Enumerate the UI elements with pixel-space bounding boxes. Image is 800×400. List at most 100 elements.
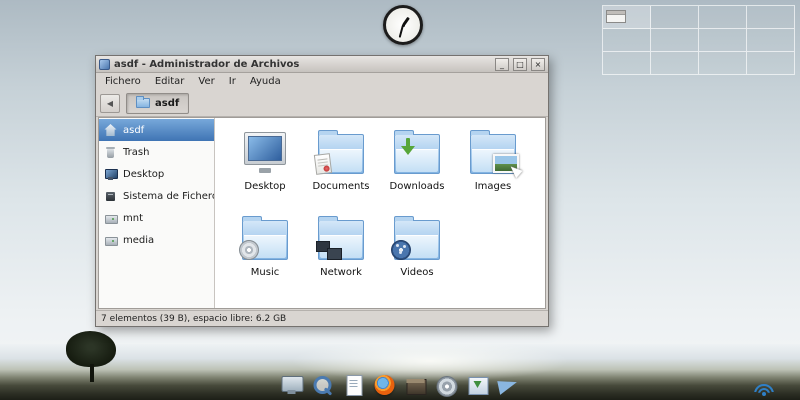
computer-icon xyxy=(104,190,117,203)
trash-icon xyxy=(104,146,117,159)
downloads-folder-icon xyxy=(389,128,445,176)
wifi-dot xyxy=(762,392,766,396)
sidebar-item-asdf[interactable]: asdf xyxy=(99,119,214,141)
workspace-cell-10[interactable] xyxy=(651,52,699,75)
home-icon xyxy=(104,124,117,136)
path-button-asdf[interactable]: asdf xyxy=(126,92,190,114)
clock-minute-hand xyxy=(398,24,404,38)
menu-editar[interactable]: Editar xyxy=(148,75,192,88)
wifi-icon[interactable] xyxy=(754,381,774,397)
sidebar-item-label: Desktop xyxy=(123,168,165,180)
download-arrow-icon xyxy=(401,138,415,156)
send-icon[interactable] xyxy=(497,373,521,397)
drive-icon xyxy=(104,212,118,225)
document-emblem-icon xyxy=(313,153,333,175)
installer-icon[interactable] xyxy=(466,373,490,397)
file-item-downloads[interactable]: Downloads xyxy=(379,128,455,214)
sidebar-item-label: asdf xyxy=(123,124,145,136)
menu-ver[interactable]: Ver xyxy=(191,75,221,88)
package-icon[interactable] xyxy=(404,373,428,397)
workspace-cell-11[interactable] xyxy=(699,52,747,75)
sidebar-item-label: Trash xyxy=(123,146,150,158)
search-icon[interactable] xyxy=(311,373,335,397)
sidebar-item-mnt[interactable]: mnt xyxy=(99,207,214,229)
file-label: Documents xyxy=(312,181,370,192)
file-manager-icon xyxy=(99,58,110,70)
statusbar-text: 7 elementos (39 B), espacio libre: 6.2 G… xyxy=(101,313,287,324)
file-manager-window: asdf - Administrador de Archivos _ □ × F… xyxy=(95,55,549,327)
drive-icon xyxy=(104,234,118,247)
workspace-cell-12[interactable] xyxy=(747,52,795,75)
file-item-desktop[interactable]: Desktop xyxy=(227,128,303,214)
file-item-network[interactable]: Network xyxy=(303,214,379,300)
monitor-stand xyxy=(259,168,271,173)
statusbar: 7 elementos (39 B), espacio libre: 6.2 G… xyxy=(96,310,548,326)
music-folder-icon xyxy=(237,214,293,262)
file-icon-view: Desktop Documents Downloads Images Music… xyxy=(215,118,545,308)
sidebar-item-label: Sistema de Ficheros xyxy=(123,190,215,202)
folder-icon xyxy=(136,96,150,108)
workspace-cell-3[interactable] xyxy=(699,6,747,29)
toolbar: ◀ asdf xyxy=(96,90,548,117)
path-button-label: asdf xyxy=(155,97,180,109)
sidebar-item-media[interactable]: media xyxy=(99,229,214,251)
sidebar-item-label: media xyxy=(123,234,155,246)
documents-folder-icon xyxy=(313,128,369,176)
dock xyxy=(280,373,521,397)
menubar: Fichero Editar Ver Ir Ayuda xyxy=(96,73,548,90)
back-button[interactable]: ◀ xyxy=(100,93,120,113)
file-label: Music xyxy=(250,267,280,278)
sidebar-item-filesystem[interactable]: Sistema de Ficheros xyxy=(99,185,214,207)
workspace-cell-9[interactable] xyxy=(603,52,651,75)
desktop: asdf - Administrador de Archivos _ □ × F… xyxy=(0,0,800,400)
firefox-icon[interactable] xyxy=(373,373,397,397)
workspace-cell-6[interactable] xyxy=(651,29,699,52)
clock-center-pin xyxy=(401,23,405,27)
window-title: asdf - Administrador de Archivos xyxy=(114,58,300,70)
maximize-button[interactable]: □ xyxy=(513,57,527,71)
workspace-window-thumbnail xyxy=(606,10,626,23)
workspace-cell-1[interactable] xyxy=(603,6,651,29)
workspace-cell-8[interactable] xyxy=(747,29,795,52)
monitor-frame xyxy=(244,132,286,165)
minimize-button[interactable]: _ xyxy=(495,57,509,71)
window-content: asdf Trash Desktop Sistema de Ficheros m… xyxy=(98,117,546,309)
photo-emblem-icon xyxy=(493,154,519,173)
menu-fichero[interactable]: Fichero xyxy=(98,75,148,88)
display-icon[interactable] xyxy=(280,373,304,397)
titlebar[interactable]: asdf - Administrador de Archivos _ □ × xyxy=(96,56,548,73)
file-label: Downloads xyxy=(389,181,445,192)
path-bar: asdf xyxy=(125,92,544,114)
disc-icon[interactable] xyxy=(435,373,459,397)
file-item-documents[interactable]: Documents xyxy=(303,128,379,214)
analog-clock-widget xyxy=(383,5,423,45)
network-computers-icon xyxy=(316,240,344,260)
workspace-switcher[interactable] xyxy=(602,5,795,75)
file-label: Desktop xyxy=(244,181,286,192)
network-folder-icon xyxy=(313,214,369,262)
workspace-cell-7[interactable] xyxy=(699,29,747,52)
file-item-videos[interactable]: Videos xyxy=(379,214,455,300)
file-label: Videos xyxy=(400,267,434,278)
file-item-music[interactable]: Music xyxy=(227,214,303,300)
sidebar-item-trash[interactable]: Trash xyxy=(99,141,214,163)
menu-ir[interactable]: Ir xyxy=(222,75,243,88)
images-folder-icon xyxy=(465,128,521,176)
close-button[interactable]: × xyxy=(531,57,545,71)
cd-emblem-icon xyxy=(239,240,259,260)
desktop-monitor-icon xyxy=(237,128,293,176)
film-reel-icon xyxy=(391,240,411,260)
workspace-cell-5[interactable] xyxy=(603,29,651,52)
sidebar: asdf Trash Desktop Sistema de Ficheros m… xyxy=(99,118,215,308)
tree-silhouette xyxy=(66,331,118,385)
workspace-cell-2[interactable] xyxy=(651,6,699,29)
videos-folder-icon xyxy=(389,214,445,262)
workspace-cell-4[interactable] xyxy=(747,6,795,29)
document-icon[interactable] xyxy=(342,373,366,397)
monitor-screen xyxy=(248,136,282,161)
menu-ayuda[interactable]: Ayuda xyxy=(243,75,288,88)
sidebar-item-desktop[interactable]: Desktop xyxy=(99,163,214,185)
file-item-images[interactable]: Images xyxy=(455,128,531,214)
file-label: Images xyxy=(474,181,512,192)
tree-crown xyxy=(66,331,116,367)
